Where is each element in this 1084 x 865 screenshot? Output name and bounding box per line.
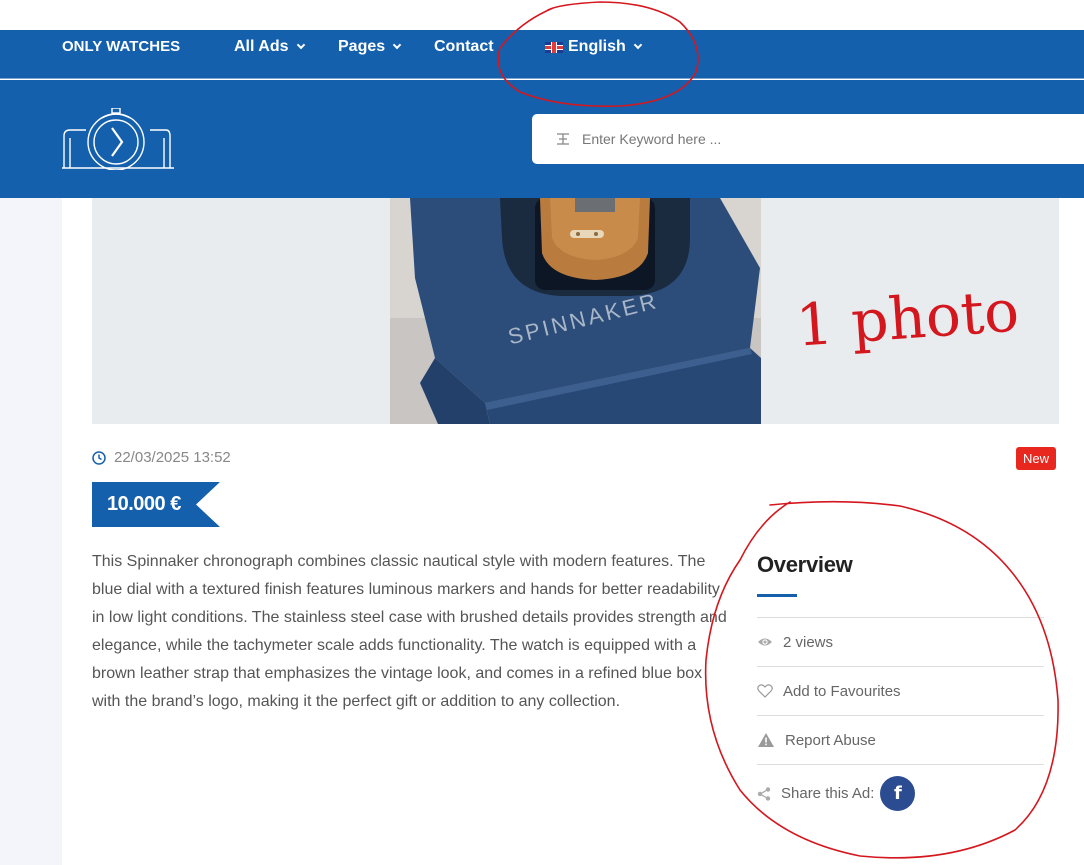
uk-flag-icon xyxy=(545,42,563,53)
share-icon xyxy=(757,786,771,801)
overview-panel: Overview 2 views Add to Favourites Repor… xyxy=(757,552,1044,822)
nav-all-ads[interactable]: All Ads xyxy=(234,30,305,79)
date-text: 22/03/2025 13:52 xyxy=(114,449,231,466)
chevron-down-icon xyxy=(296,40,305,50)
watch-box-image: SPINNAKER xyxy=(390,198,761,424)
watch-logo-icon[interactable] xyxy=(62,108,174,170)
top-navbar: ONLY WATCHES All Ads Pages Contact Engli… xyxy=(0,30,1084,79)
share-label: Share this Ad: xyxy=(781,785,875,802)
add-to-favourites-link[interactable]: Add to Favourites xyxy=(783,683,901,700)
status-badge: New xyxy=(1016,447,1057,470)
left-gutter xyxy=(0,198,62,865)
brand-link[interactable]: ONLY WATCHES xyxy=(62,30,180,79)
search-input[interactable] xyxy=(582,131,1062,147)
header-bar xyxy=(0,80,1084,198)
listing-photo[interactable]: SPINNAKER xyxy=(390,198,761,424)
nav-pages[interactable]: Pages xyxy=(338,30,402,79)
price-text: 10.000 € xyxy=(107,493,181,515)
views-count: 2 views xyxy=(783,633,834,651)
report-row[interactable]: Report Abuse xyxy=(757,715,1044,764)
top-whitespace xyxy=(0,0,1084,30)
views-row: 2 views xyxy=(757,617,1044,666)
post-date: 22/03/2025 13:52 xyxy=(92,449,231,466)
overview-title: Overview xyxy=(757,552,853,577)
nav-contact[interactable]: Contact xyxy=(434,30,494,79)
clock-icon xyxy=(92,450,106,465)
listing-description: This Spinnaker chronograph combines clas… xyxy=(92,553,727,710)
favourites-row[interactable]: Add to Favourites xyxy=(757,666,1044,715)
price-tag: 10.000 € xyxy=(92,482,220,527)
warning-icon xyxy=(758,733,774,747)
eye-icon xyxy=(758,638,772,646)
chevron-down-icon xyxy=(633,40,643,50)
language-selector[interactable]: English xyxy=(545,30,643,79)
text-search-icon xyxy=(557,133,569,145)
chevron-down-icon xyxy=(392,40,402,50)
title-underline xyxy=(757,594,797,597)
search-box[interactable] xyxy=(532,114,1084,164)
heart-icon xyxy=(757,684,773,698)
facebook-share-button[interactable]: f xyxy=(880,776,916,811)
facebook-icon: f xyxy=(893,783,902,804)
report-abuse-link[interactable]: Report Abuse xyxy=(785,732,876,749)
share-row: Share this Ad: f xyxy=(757,764,1044,822)
photo-gallery: SPINNAKER xyxy=(92,198,1059,424)
